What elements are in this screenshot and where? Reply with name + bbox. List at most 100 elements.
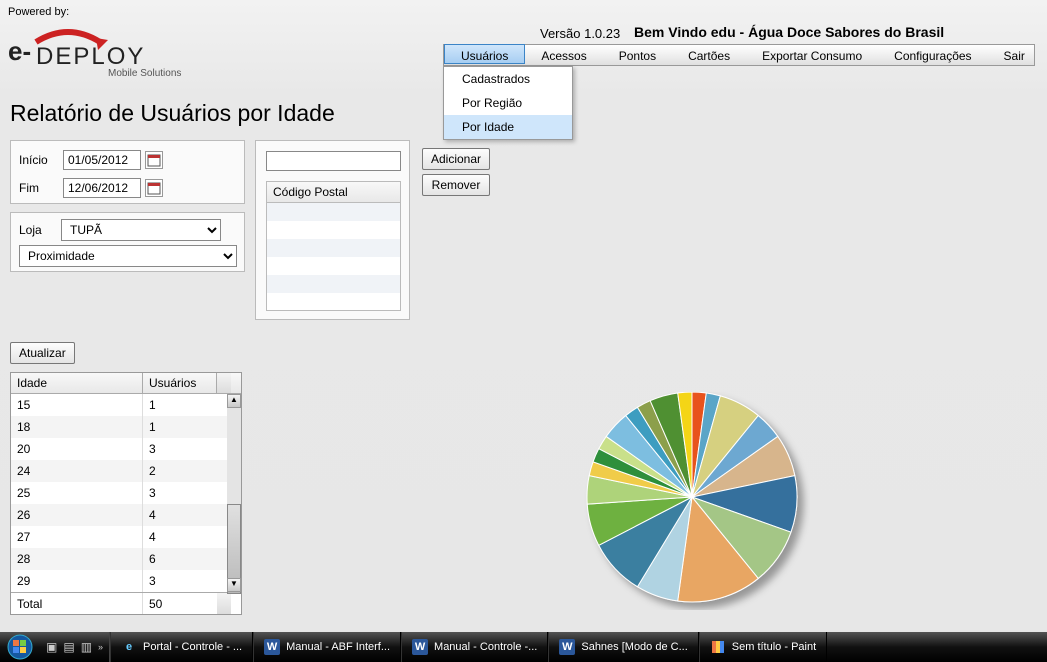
scroll-up-icon[interactable]: ▲ [227, 394, 241, 408]
atualizar-button[interactable]: Atualizar [10, 342, 75, 364]
table-scrollbar[interactable]: ▲ ▼ [227, 394, 241, 592]
windows-taskbar: ▣ ▤ ▥ » e Portal - Controle - ... W Manual … [0, 632, 1047, 662]
pie-chart [580, 392, 810, 610]
table-row[interactable]: 203 [11, 438, 227, 460]
postal-buttons-panel: Adicionar Remover [416, 140, 496, 202]
cell-usuarios: 4 [143, 504, 217, 526]
taskbar-item-label: Sem título - Paint [732, 641, 816, 653]
loja-filter-panel: Loja TUPÃ Proximidade [10, 212, 245, 272]
table-row[interactable]: 264 [11, 504, 227, 526]
adicionar-button[interactable]: Adicionar [422, 148, 490, 170]
powered-by-label: Powered by: [8, 6, 69, 18]
calendar-fim-button[interactable] [145, 179, 163, 197]
table-row[interactable]: 293 [11, 570, 227, 592]
cell-idade: 26 [11, 504, 143, 526]
codigo-postal-list[interactable] [266, 203, 401, 311]
dropdown-por-idade[interactable]: Por Idade [444, 115, 572, 139]
dropdown-por-regiao[interactable]: Por Região [444, 91, 572, 115]
quick-launch: ▣ ▤ ▥ » [40, 632, 110, 662]
cell-usuarios: 1 [143, 394, 217, 416]
svg-text:DEPLOY: DEPLOY [36, 43, 145, 70]
ie-icon: e [121, 639, 137, 655]
cell-usuarios: 1 [143, 416, 217, 438]
cell-idade: 27 [11, 526, 143, 548]
word-icon: W [559, 639, 575, 655]
paint-icon [710, 639, 726, 655]
codigo-postal-panel: Código Postal [255, 140, 410, 320]
cell-idade: 29 [11, 570, 143, 592]
word-icon: W [264, 639, 280, 655]
calendar-icon [147, 181, 161, 195]
idade-usuarios-table: Idade Usuários 1511812032422532642742862… [10, 372, 242, 615]
menu-exportar-consumo[interactable]: Exportar Consumo [746, 45, 878, 65]
inicio-label: Início [19, 153, 63, 167]
taskbar-item[interactable]: W Sahnes [Modo de C... [548, 632, 698, 662]
remover-button[interactable]: Remover [422, 174, 490, 196]
cell-usuarios: 2 [143, 460, 217, 482]
date-filter-panel: Início Fim [10, 140, 245, 204]
table-row[interactable]: 253 [11, 482, 227, 504]
taskbar-item[interactable]: Sem título - Paint [699, 632, 827, 662]
usuarios-dropdown: Cadastrados Por Região Por Idade [443, 66, 573, 140]
col-idade-header[interactable]: Idade [11, 373, 143, 393]
calendar-inicio-button[interactable] [145, 151, 163, 169]
dropdown-cadastrados[interactable]: Cadastrados [444, 67, 572, 91]
taskbar-item-label: Portal - Controle - ... [143, 641, 242, 653]
quick-icon-2[interactable]: ▤ [63, 640, 74, 654]
loja-label: Loja [19, 223, 61, 237]
col-usuarios-header[interactable]: Usuários [143, 373, 217, 393]
table-row[interactable]: 242 [11, 460, 227, 482]
windows-start-icon [7, 634, 33, 660]
cell-idade: 20 [11, 438, 143, 460]
cell-idade: 25 [11, 482, 143, 504]
loja-select[interactable]: TUPÃ [61, 219, 221, 241]
taskbar-item-label: Manual - Controle -... [434, 641, 537, 653]
svg-text:e-: e- [8, 36, 31, 66]
table-row[interactable]: 181 [11, 416, 227, 438]
total-value: 50 [143, 593, 217, 614]
fim-label: Fim [19, 181, 63, 195]
quick-icon-3[interactable]: ▥ [81, 640, 92, 654]
fim-input[interactable] [63, 178, 141, 198]
taskbar-item[interactable]: W Manual - Controle -... [401, 632, 548, 662]
menu-sair[interactable]: Sair [988, 45, 1041, 65]
cell-idade: 15 [11, 394, 143, 416]
word-icon: W [412, 639, 428, 655]
taskbar-item[interactable]: e Portal - Controle - ... [110, 632, 253, 662]
quick-icon-1[interactable]: ▣ [46, 640, 57, 654]
codigo-postal-header: Código Postal [266, 181, 401, 203]
cell-usuarios: 4 [143, 526, 217, 548]
scope-select[interactable]: Proximidade [19, 245, 237, 267]
codigo-postal-input[interactable] [266, 151, 401, 171]
start-button[interactable] [0, 632, 40, 662]
total-label: Total [11, 593, 143, 614]
cell-idade: 24 [11, 460, 143, 482]
version-label: Versão 1.0.23 [540, 26, 620, 41]
menu-configuracoes[interactable]: Configurações [878, 45, 987, 65]
inicio-input[interactable] [63, 150, 141, 170]
taskbar-item[interactable]: W Manual - ABF Interf... [253, 632, 401, 662]
cell-usuarios: 3 [143, 438, 217, 460]
svg-text:Mobile Solutions: Mobile Solutions [108, 68, 181, 79]
logo-edeploy: e- DEPLOY Mobile Solutions [8, 20, 198, 80]
taskbar-item-label: Manual - ABF Interf... [286, 641, 390, 653]
table-row[interactable]: 286 [11, 548, 227, 570]
menu-pontos[interactable]: Pontos [603, 45, 672, 65]
main-menubar: Usuários Acessos Pontos Cartões Exportar… [443, 44, 1035, 66]
welcome-label: Bem Vindo edu - Água Doce Sabores do Bra… [634, 24, 944, 40]
menu-cartoes[interactable]: Cartões [672, 45, 746, 65]
page-title: Relatório de Usuários por Idade [10, 100, 335, 127]
scroll-down-icon[interactable]: ▼ [227, 578, 241, 592]
cell-usuarios: 6 [143, 548, 217, 570]
cell-idade: 28 [11, 548, 143, 570]
menu-usuarios[interactable]: Usuários [444, 44, 525, 64]
table-row[interactable]: 274 [11, 526, 227, 548]
menu-acessos[interactable]: Acessos [525, 45, 602, 65]
table-row[interactable]: 151 [11, 394, 227, 416]
cell-usuarios: 3 [143, 482, 217, 504]
quick-expand-icon[interactable]: » [98, 642, 103, 652]
calendar-icon [147, 153, 161, 167]
cell-idade: 18 [11, 416, 143, 438]
taskbar-item-label: Sahnes [Modo de C... [581, 641, 687, 653]
cell-usuarios: 3 [143, 570, 217, 592]
